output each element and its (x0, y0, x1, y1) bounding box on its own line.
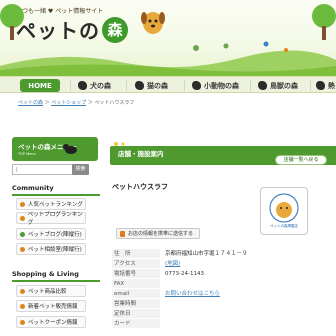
info-value: 京都府福知山市字堀１７４１－９ (165, 251, 248, 257)
shopping-title: Shopping & Living (12, 270, 100, 282)
sidebar-link-blog[interactable]: ペットブログ(陣縦行) (16, 228, 86, 240)
tree-left-icon (0, 4, 24, 40)
info-label: FAX (112, 279, 160, 289)
nav-next[interactable]: 熱 (316, 79, 335, 92)
info-value (160, 279, 334, 289)
dog-badge-icon (269, 193, 299, 223)
sidebar-link-new-sales[interactable]: 新着ペット販売情報 (16, 300, 86, 312)
info-label: email (112, 289, 160, 299)
tree-right-icon (312, 4, 336, 40)
nav-dog-label: 犬の森 (90, 81, 111, 90)
nav-divider (70, 80, 71, 91)
sidebar-link-compare[interactable]: ペット商品比較 (16, 285, 86, 297)
mobile-phone-icon (120, 230, 125, 237)
sidebar-link-label: ペットクーポン情報 (28, 320, 78, 326)
bullet-icon (20, 303, 25, 309)
sidebar-link-label: ペット商品比較 (28, 289, 67, 295)
info-row-phone: 電話番号 0773-24-1143 (112, 269, 334, 279)
back-to-list-button[interactable]: 店舗一覧へ戻る (275, 155, 327, 165)
bullet-icon (20, 215, 25, 221)
sidebar-link-consult[interactable]: ペット相談室(陣縦行) (16, 243, 86, 255)
nav-dog[interactable]: 犬の森 (78, 79, 111, 92)
contact-link[interactable]: お問い合わせはこちら (160, 289, 334, 299)
global-nav: HOME 犬の森 猫の森 小動物の森 鳥獣の森 熱 (0, 76, 336, 93)
bullet-icon (20, 231, 25, 237)
breadcrumb-home-link[interactable]: ペットの森 (18, 100, 43, 106)
breadcrumb-section-link[interactable]: ペットショップ (51, 100, 86, 106)
info-label: アクセス (112, 259, 160, 269)
sidebar-link-label: 人気ペットランキング (28, 202, 83, 208)
breadcrumb-current: ペットハウスラフ (94, 100, 135, 106)
community-title: Community (12, 184, 100, 196)
nav-cat-label: 猫の森 (147, 81, 168, 90)
nav-small-animal-label: 小動物の森 (204, 81, 239, 90)
dog-mascot-icon (141, 12, 165, 34)
bullet-icon (20, 246, 25, 252)
section-title: 店舗・施設案内 (118, 150, 164, 158)
info-value: 0773-24-1143 (165, 271, 204, 277)
send-to-mobile-label: お店の情報を携帯に送信する (128, 231, 194, 237)
nav-divider (310, 80, 311, 91)
sidebar-menu-header: ペットの森メニュー TOP Menu (12, 137, 98, 161)
sidebar-link-label: ペット相談室(陣縦行) (28, 247, 82, 253)
info-label: 営業時間 (112, 299, 160, 309)
nav-next-label: 熱 (328, 81, 335, 90)
thumbnail-caption: ペットの森掲載店 (270, 224, 298, 228)
sidebar-link-label: 新着ペット販売情報 (28, 304, 78, 310)
info-value (160, 309, 334, 319)
info-label: 住 所 (112, 249, 160, 259)
nav-home[interactable]: HOME (20, 79, 60, 92)
info-row-fax: FAX (112, 279, 334, 289)
info-row-address: 住 所 京都府福知山市字堀１７４１－９ (112, 249, 334, 259)
info-value (160, 299, 334, 309)
bullet-icon (20, 201, 25, 207)
info-label: 定休日 (112, 309, 160, 319)
nav-cat[interactable]: 猫の森 (135, 79, 168, 92)
sidebar-link-label: ペットブログ(陣縦行) (28, 232, 82, 238)
header-hills-illustration (0, 41, 336, 76)
nav-small-animal[interactable]: 小動物の森 (192, 79, 239, 92)
info-row-holiday: 定休日 (112, 309, 334, 319)
sidebar-link-coupon[interactable]: ペットクーポン情報 (16, 316, 86, 328)
sidebar-link-label: ペットブログランキング (27, 212, 83, 226)
info-row-access: アクセス (地図) (112, 259, 334, 269)
info-row-hours: 営業時間 (112, 299, 334, 309)
map-link[interactable]: (地図) (160, 259, 334, 269)
shop-info-table: 住 所 京都府福知山市字堀１７４１－９ アクセス (地図) 電話番号 0773-… (112, 249, 334, 329)
site-header: いつも一緒 ♥ ペット情報サイト ペットの 森 (0, 0, 336, 76)
sidebar-search-button[interactable]: 検索 (72, 164, 89, 175)
sidebar-link-blog-ranking[interactable]: ペットブログランキング (16, 212, 86, 226)
send-to-mobile-button[interactable]: お店の情報を携帯に送信する (116, 228, 200, 239)
cat-silhouette-icon (63, 144, 77, 154)
cat-icon (135, 81, 144, 90)
info-row-card: カード (112, 319, 334, 329)
search-cursor: | (16, 167, 18, 173)
bullet-icon (20, 319, 25, 325)
nav-bird[interactable]: 鳥獣の森 (258, 79, 298, 92)
info-row-email: email お問い合わせはこちら (112, 289, 334, 299)
fish-icon (316, 81, 325, 90)
bullet-icon (20, 288, 25, 294)
small-animal-icon (192, 81, 201, 90)
home-label: HOME (28, 81, 52, 90)
info-label: カード (112, 319, 160, 329)
dog-icon (78, 81, 87, 90)
bird-icon (258, 81, 267, 90)
breadcrumb: ペットの森 ＞ ペットショップ ＞ ペットハウスラフ (18, 99, 134, 106)
info-label: 電話番号 (112, 269, 160, 279)
nav-divider (126, 80, 127, 91)
nav-bird-label: 鳥獣の森 (270, 81, 298, 90)
nav-divider (250, 80, 251, 91)
shop-thumbnail: ペットの森掲載店 (260, 187, 308, 235)
sidebar-menu-subtitle: TOP Menu (18, 152, 36, 156)
nav-divider (184, 80, 185, 91)
shop-name: ペットハウスラフ (112, 183, 168, 191)
site-tagline: いつも一緒 ♥ ペット情報サイト (16, 8, 104, 15)
info-value (160, 319, 334, 329)
sidebar-link-ranking[interactable]: 人気ペットランキング (16, 198, 86, 210)
